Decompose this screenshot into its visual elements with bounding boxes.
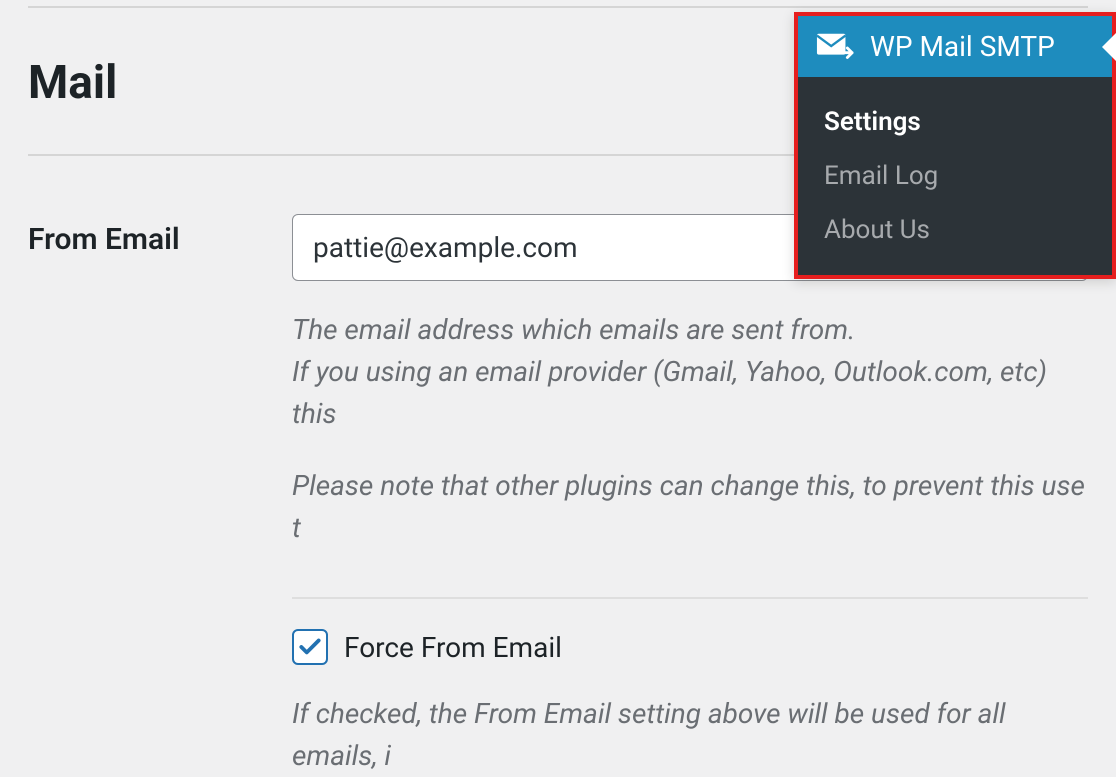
flyout-pointer-icon [1102, 33, 1116, 61]
inner-divider [292, 597, 1088, 599]
flyout-item-about-us[interactable]: About Us [798, 203, 1112, 257]
force-from-email-label: Force From Email [344, 631, 562, 664]
wp-mail-smtp-flyout: WP Mail SMTP Settings Email Log About Us [794, 12, 1116, 279]
mail-send-icon [816, 32, 854, 62]
flyout-body: Settings Email Log About Us [798, 77, 1112, 275]
from-email-help-line1: The email address which emails are sent … [292, 309, 1088, 351]
flyout-item-settings[interactable]: Settings [798, 95, 1112, 149]
flyout-header[interactable]: WP Mail SMTP [798, 16, 1112, 77]
from-email-help-line2: If you using an email provider (Gmail, Y… [292, 351, 1088, 435]
flyout-item-email-log[interactable]: Email Log [798, 149, 1112, 203]
flyout-title: WP Mail SMTP [870, 30, 1055, 63]
from-email-label: From Email [28, 214, 292, 257]
from-email-help-line3: Please note that other plugins can chang… [292, 465, 1088, 549]
force-from-email-help: If checked, the From Email setting above… [292, 693, 1088, 777]
from-email-row: From Email The email address which email… [28, 214, 1088, 777]
checkmark-icon [297, 634, 323, 660]
section-divider [28, 6, 1088, 8]
